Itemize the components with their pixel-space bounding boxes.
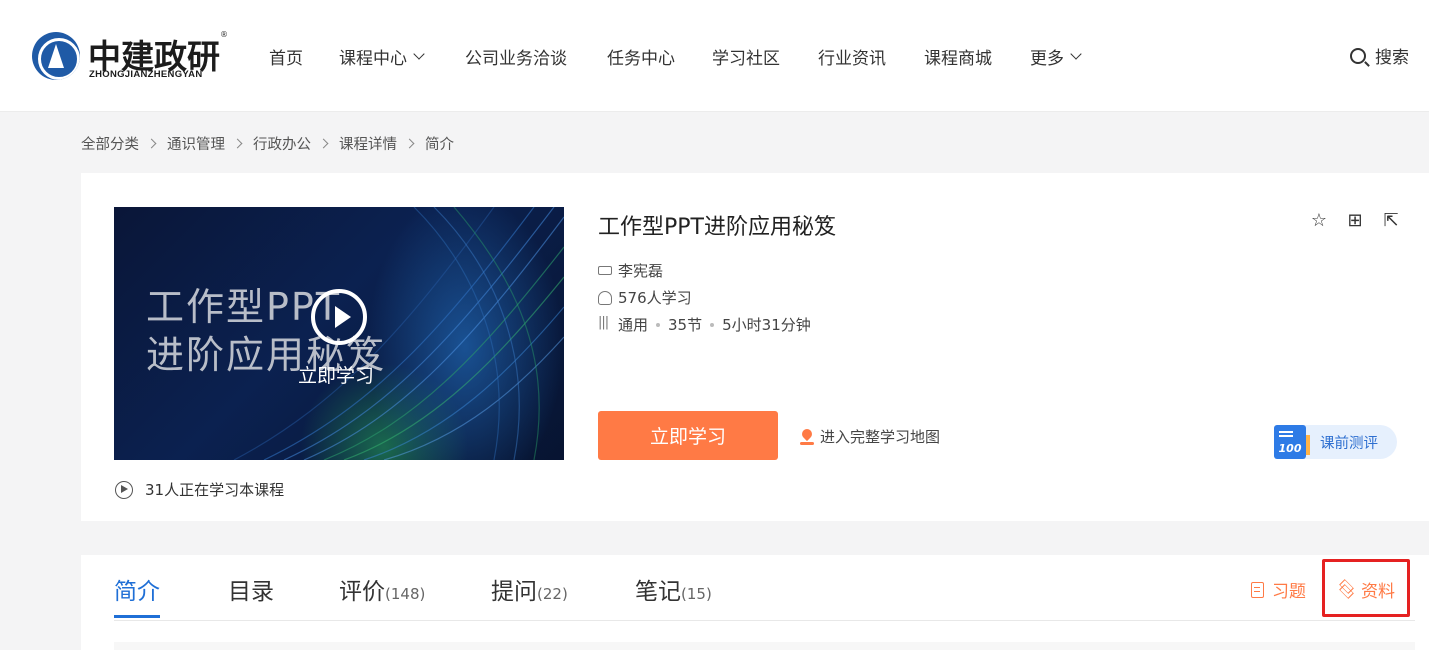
tab-questions[interactable]: 提问(22) xyxy=(491,572,568,606)
exercises-label: 习题 xyxy=(1272,582,1306,602)
course-category: 通用 xyxy=(618,316,649,334)
nav-item-label: 课程中心 xyxy=(339,49,407,69)
course-cover-video[interactable]: 工作型PPT 进阶应用秘笈 立即学习 xyxy=(114,207,564,460)
learners-row: 576人学习 xyxy=(598,287,692,308)
nav-item-more[interactable]: 更多 xyxy=(1030,44,1082,69)
learner-count: 576人学习 xyxy=(618,289,692,307)
course-title: 工作型PPT进阶应用秘笈 xyxy=(598,215,836,240)
search-button[interactable]: 搜索 xyxy=(1350,43,1409,68)
active-tab-indicator xyxy=(114,615,160,618)
play-icon[interactable] xyxy=(311,289,367,345)
course-actions: ☆ ⊞ ⇱ xyxy=(1309,211,1401,231)
search-label: 搜索 xyxy=(1375,48,1409,68)
chevron-right-icon xyxy=(318,138,329,149)
course-info-row: 通用 35节 5小时31分钟 xyxy=(598,314,811,335)
graduation-cap-icon xyxy=(598,266,612,275)
separator-dot xyxy=(710,322,715,327)
tab-notes[interactable]: 笔记(15) xyxy=(635,572,712,606)
breadcrumb-item-all[interactable]: 全部分类 xyxy=(81,133,139,154)
brand-logo[interactable]: 中建政研 ® ZHONGJIANZHENGYAN xyxy=(32,30,232,82)
score-sheet-icon: 100 xyxy=(1274,425,1310,459)
nav-item-tasks[interactable]: 任务中心 xyxy=(607,44,675,69)
tab-intro[interactable]: 简介 xyxy=(114,572,160,606)
breadcrumb-item-course-detail[interactable]: 课程详情 xyxy=(339,133,397,154)
learning-now-text: 31人正在学习本课程 xyxy=(145,481,285,499)
tab-count: (148) xyxy=(385,585,426,603)
nav-item-home[interactable]: 首页 xyxy=(269,44,303,69)
brand-registered-mark: ® xyxy=(220,30,228,39)
nav-item-community[interactable]: 学习社区 xyxy=(712,44,780,69)
cover-play-label[interactable]: 立即学习 xyxy=(298,361,374,388)
nav-item-news[interactable]: 行业资讯 xyxy=(818,44,886,69)
breadcrumb-item-admin-office[interactable]: 行政办公 xyxy=(253,133,311,154)
nav-item-label: 课程商城 xyxy=(924,49,992,69)
breadcrumb-item-general-management[interactable]: 通识管理 xyxy=(167,133,225,154)
tab-count: (15) xyxy=(681,585,712,603)
tab-reviews[interactable]: 评价(148) xyxy=(339,572,425,606)
play-circle-icon xyxy=(115,480,133,499)
top-header: 中建政研 ® ZHONGJIANZHENGYAN 首页 课程中心 公司业务洽谈 … xyxy=(0,0,1429,112)
star-icon[interactable]: ☆ xyxy=(1309,211,1329,231)
layers-icon xyxy=(1337,582,1355,598)
add-note-icon[interactable]: ⊞ xyxy=(1345,211,1365,231)
tab-label: 评价 xyxy=(339,579,385,605)
content-area-top xyxy=(114,642,1415,650)
brand-logo-mark xyxy=(32,32,80,80)
brand-name-en: ZHONGJIANZHENGYAN xyxy=(89,69,203,80)
chevron-right-icon xyxy=(146,138,157,149)
tab-label: 笔记 xyxy=(635,579,681,605)
separator-dot xyxy=(656,322,661,327)
chevron-right-icon xyxy=(404,138,415,149)
learning-map-link[interactable]: 进入完整学习地图 xyxy=(800,426,940,447)
tabs-divider xyxy=(114,620,1415,621)
user-icon xyxy=(598,290,612,305)
learning-now-status: 31人正在学习本课程 xyxy=(115,479,284,500)
location-pin-icon xyxy=(800,429,814,445)
nav-item-mall[interactable]: 课程商城 xyxy=(924,44,992,69)
materials-label: 资料 xyxy=(1361,582,1395,602)
nav-item-label: 学习社区 xyxy=(712,49,780,69)
pre-course-evaluation-button[interactable]: 100 课前测评 xyxy=(1274,425,1397,459)
nav-item-label: 首页 xyxy=(269,49,303,69)
tab-label: 提问 xyxy=(491,579,537,605)
learning-map-label: 进入完整学习地图 xyxy=(820,428,941,446)
course-tabs-panel: 简介 目录 评价(148) 提问(22) 笔记(15) 习题 资料 xyxy=(81,555,1429,650)
tab-label: 简介 xyxy=(114,579,160,605)
materials-button[interactable]: 资料 xyxy=(1337,577,1395,602)
search-icon xyxy=(1350,47,1366,64)
tab-label: 目录 xyxy=(228,579,274,605)
chevron-down-icon xyxy=(413,48,425,60)
start-study-button[interactable]: 立即学习 xyxy=(598,411,778,460)
tab-count: (22) xyxy=(537,585,568,603)
score-sheet-text: 100 xyxy=(1278,442,1302,455)
document-icon xyxy=(1251,581,1264,598)
breadcrumb-item-intro: 简介 xyxy=(425,137,454,153)
teacher-row: 李宪磊 xyxy=(598,260,663,281)
evaluation-label: 课前测评 xyxy=(1320,435,1378,452)
exercises-button[interactable]: 习题 xyxy=(1251,577,1306,602)
nav-item-business[interactable]: 公司业务洽谈 xyxy=(465,44,567,69)
tab-catalog[interactable]: 目录 xyxy=(228,572,274,606)
nav-item-label: 公司业务洽谈 xyxy=(465,49,567,69)
share-icon[interactable]: ⇱ xyxy=(1381,211,1401,231)
chevron-down-icon xyxy=(1070,48,1082,60)
breadcrumb: 全部分类 通识管理 行政办公 课程详情 简介 xyxy=(81,133,454,154)
nav-item-label: 更多 xyxy=(1030,49,1064,69)
section-count: 35节 xyxy=(668,316,703,334)
books-icon xyxy=(598,315,612,332)
nav-item-course-center[interactable]: 课程中心 xyxy=(339,44,425,69)
nav-item-label: 任务中心 xyxy=(607,49,675,69)
course-duration: 5小时31分钟 xyxy=(722,316,811,334)
course-card: 工作型PPT 进阶应用秘笈 立即学习 31人正在学习本课程 工作型PPT进阶应用… xyxy=(81,173,1429,521)
chevron-right-icon xyxy=(232,138,243,149)
teacher-name[interactable]: 李宪磊 xyxy=(618,260,663,281)
nav-item-label: 行业资讯 xyxy=(818,49,886,69)
